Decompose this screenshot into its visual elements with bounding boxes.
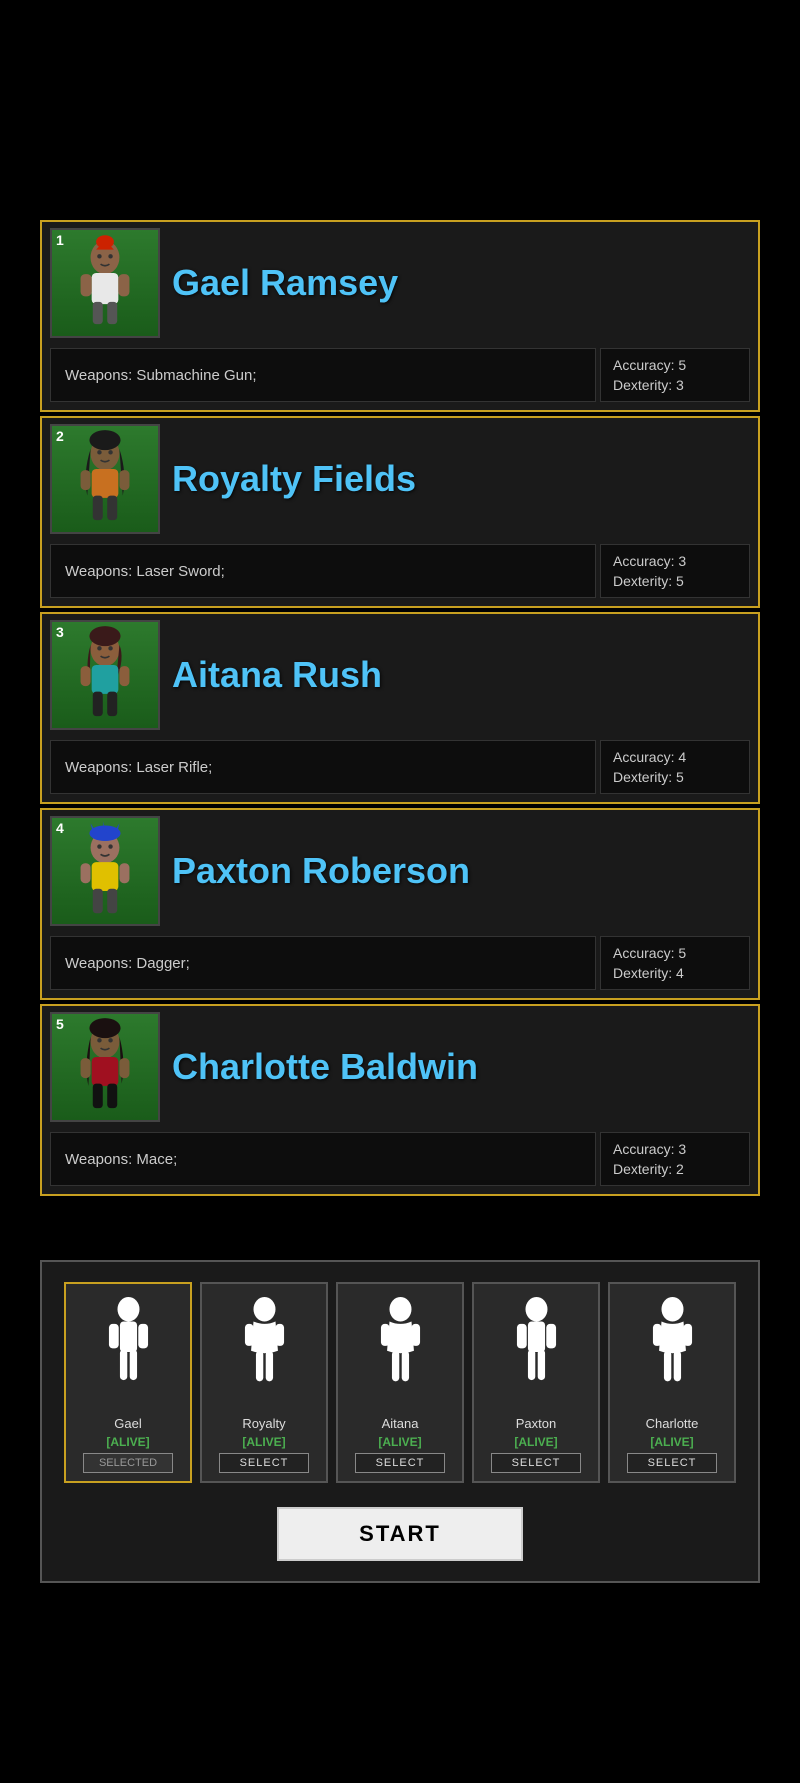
player-silhouette-4 xyxy=(496,1292,576,1412)
player-alive-4: [ALIVE] xyxy=(514,1435,557,1449)
portrait-number-3: 3 xyxy=(56,624,64,640)
weapons-box-1: Weapons: Submachine Gun; xyxy=(50,348,596,402)
character-portrait-1: 1 xyxy=(50,228,160,338)
weapons-text-2: Weapons: Laser Sword; xyxy=(65,563,225,580)
portrait-number-2: 2 xyxy=(56,428,64,444)
player-silhouette-1 xyxy=(88,1292,168,1412)
player-name-2: Royalty xyxy=(242,1416,285,1431)
player-alive-3: [ALIVE] xyxy=(378,1435,421,1449)
character-portrait-3: 3 xyxy=(50,620,160,730)
character-stats-row-1: Weapons: Submachine Gun; Accuracy: 5 Dex… xyxy=(42,344,758,410)
character-stats-row-2: Weapons: Laser Sword; Accuracy: 3 Dexter… xyxy=(42,540,758,606)
accuracy-5: Accuracy: 3 xyxy=(613,1141,737,1157)
accuracy-2: Accuracy: 3 xyxy=(613,553,737,569)
stats-box-3: Accuracy: 4 Dexterity: 5 xyxy=(600,740,750,794)
character-card-1: 1 xyxy=(40,220,760,412)
player-card-3[interactable]: Aitana [ALIVE] SELECT xyxy=(336,1282,464,1483)
character-stats-row-4: Weapons: Dagger; Accuracy: 5 Dexterity: … xyxy=(42,932,758,998)
weapons-text-4: Weapons: Dagger; xyxy=(65,955,190,972)
character-header-2: 2 xyxy=(42,418,758,540)
weapons-box-5: Weapons: Mace; xyxy=(50,1132,596,1186)
player-silhouette-2 xyxy=(224,1292,304,1412)
character-portrait-5: 5 xyxy=(50,1012,160,1122)
character-stats-row-3: Weapons: Laser Rifle; Accuracy: 4 Dexter… xyxy=(42,736,758,802)
bottom-section: Gael [ALIVE] SELECTED Royalty [ALIVE] SE… xyxy=(40,1260,760,1583)
dexterity-4: Dexterity: 4 xyxy=(613,965,737,981)
character-card-5: 5 xyxy=(40,1004,760,1196)
dexterity-5: Dexterity: 2 xyxy=(613,1161,737,1177)
player-selected-btn-1: SELECTED xyxy=(83,1453,173,1473)
character-name-4: Paxton Roberson xyxy=(172,850,750,892)
player-select-btn-5[interactable]: SELECT xyxy=(627,1453,717,1473)
stats-box-4: Accuracy: 5 Dexterity: 4 xyxy=(600,936,750,990)
accuracy-1: Accuracy: 5 xyxy=(613,357,737,373)
character-stats-row-5: Weapons: Mace; Accuracy: 3 Dexterity: 2 xyxy=(42,1128,758,1194)
weapons-text-1: Weapons: Submachine Gun; xyxy=(65,367,257,384)
stats-box-2: Accuracy: 3 Dexterity: 5 xyxy=(600,544,750,598)
weapons-box-4: Weapons: Dagger; xyxy=(50,936,596,990)
player-alive-5: [ALIVE] xyxy=(650,1435,693,1449)
character-card-2: 2 xyxy=(40,416,760,608)
player-cards-row: Gael [ALIVE] SELECTED Royalty [ALIVE] SE… xyxy=(64,1282,736,1483)
player-card-5[interactable]: Charlotte [ALIVE] SELECT xyxy=(608,1282,736,1483)
stats-box-1: Accuracy: 5 Dexterity: 3 xyxy=(600,348,750,402)
character-portrait-4: 4 xyxy=(50,816,160,926)
character-name-2: Royalty Fields xyxy=(172,458,750,500)
player-name-5: Charlotte xyxy=(646,1416,699,1431)
player-card-1[interactable]: Gael [ALIVE] SELECTED xyxy=(64,1282,192,1483)
player-name-3: Aitana xyxy=(382,1416,419,1431)
player-card-2[interactable]: Royalty [ALIVE] SELECT xyxy=(200,1282,328,1483)
portrait-number-5: 5 xyxy=(56,1016,64,1032)
accuracy-4: Accuracy: 5 xyxy=(613,945,737,961)
character-name-1: Gael Ramsey xyxy=(172,262,750,304)
player-alive-2: [ALIVE] xyxy=(242,1435,285,1449)
weapons-box-2: Weapons: Laser Sword; xyxy=(50,544,596,598)
portrait-number-4: 4 xyxy=(56,820,64,836)
player-select-btn-3[interactable]: SELECT xyxy=(355,1453,445,1473)
dexterity-3: Dexterity: 5 xyxy=(613,769,737,785)
character-header-5: 5 xyxy=(42,1006,758,1128)
player-card-4[interactable]: Paxton [ALIVE] SELECT xyxy=(472,1282,600,1483)
stats-box-5: Accuracy: 3 Dexterity: 2 xyxy=(600,1132,750,1186)
player-name-1: Gael xyxy=(114,1416,141,1431)
player-name-4: Paxton xyxy=(516,1416,556,1431)
dexterity-2: Dexterity: 5 xyxy=(613,573,737,589)
weapons-text-3: Weapons: Laser Rifle; xyxy=(65,759,212,776)
character-header-1: 1 xyxy=(42,222,758,344)
player-alive-1: [ALIVE] xyxy=(106,1435,149,1449)
character-name-3: Aitana Rush xyxy=(172,654,750,696)
character-header-4: 4 xyxy=(42,810,758,932)
dexterity-1: Dexterity: 3 xyxy=(613,377,737,393)
player-select-btn-2[interactable]: SELECT xyxy=(219,1453,309,1473)
character-card-4: 4 xyxy=(40,808,760,1000)
character-name-5: Charlotte Baldwin xyxy=(172,1046,750,1088)
characters-list: 1 xyxy=(40,220,760,1200)
character-portrait-2: 2 xyxy=(50,424,160,534)
weapons-box-3: Weapons: Laser Rifle; xyxy=(50,740,596,794)
accuracy-3: Accuracy: 4 xyxy=(613,749,737,765)
start-button[interactable]: START xyxy=(277,1507,523,1561)
portrait-number-1: 1 xyxy=(56,232,64,248)
player-select-btn-4[interactable]: SELECT xyxy=(491,1453,581,1473)
character-card-3: 3 xyxy=(40,612,760,804)
player-silhouette-5 xyxy=(632,1292,712,1412)
weapons-text-5: Weapons: Mace; xyxy=(65,1151,177,1168)
character-header-3: 3 xyxy=(42,614,758,736)
player-silhouette-3 xyxy=(360,1292,440,1412)
